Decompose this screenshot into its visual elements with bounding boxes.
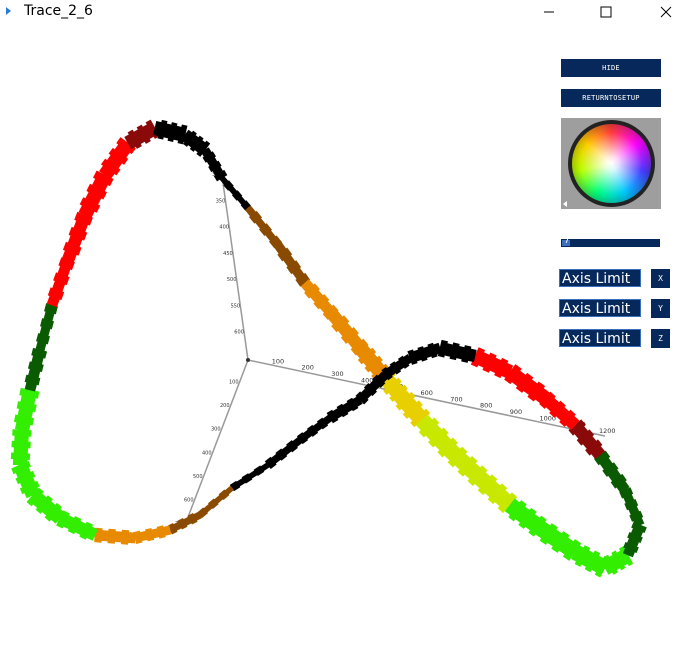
x-axis-tick-label: 700 xyxy=(450,395,462,403)
z-axis-tick-label: 100 xyxy=(229,380,239,386)
maximize-icon xyxy=(600,6,612,18)
y-axis-tick-label: 500 xyxy=(227,277,237,283)
title-bar: Trace_2_6 xyxy=(0,0,680,24)
axis-limit-z-field[interactable]: Axis Limit xyxy=(559,329,641,347)
x-axis-tick-label: 200 xyxy=(302,364,314,372)
z-axis-tick-label: 200 xyxy=(220,403,230,409)
y-axis-tick-label: 350 xyxy=(216,198,226,204)
close-icon xyxy=(660,6,672,18)
z-axis-tick-label: 500 xyxy=(193,474,203,480)
x-axis-tick-label: 800 xyxy=(480,402,492,410)
hide-button[interactable]: HIDE xyxy=(561,59,661,77)
y-axis-tick-label: 450 xyxy=(223,251,233,257)
color-picker[interactable] xyxy=(561,118,661,209)
ribbon-segment xyxy=(120,529,130,545)
y-axis-tick-label: 600 xyxy=(234,330,244,336)
window-title: Trace_2_6 xyxy=(24,3,93,19)
close-button[interactable] xyxy=(643,0,680,24)
z-axis-tick-label: 600 xyxy=(184,497,194,503)
value-slider[interactable]: 7 xyxy=(561,236,660,247)
x-axis-tick-label: 300 xyxy=(331,370,343,378)
axis-limit-x-field[interactable]: Axis Limit xyxy=(559,269,641,287)
axis-origin xyxy=(246,358,250,362)
x-axis-tick-label: 1200 xyxy=(599,427,616,435)
z-axis-tick-label: 400 xyxy=(202,450,212,456)
minimize-icon xyxy=(544,11,554,13)
ribbon-segment xyxy=(12,458,28,466)
return-to-setup-button[interactable]: RETURNTOSETUP xyxy=(561,89,661,107)
color-wheel-icon[interactable] xyxy=(568,120,655,207)
z-axis-tick-label: 300 xyxy=(211,427,221,433)
axes: 1002003004005006007008009001000110012006… xyxy=(175,172,616,527)
minimize-button[interactable] xyxy=(526,0,572,24)
y-axis-tick-label: 550 xyxy=(231,303,241,309)
x-axis-tick-label: 600 xyxy=(421,389,433,397)
y-axis-tick-label: 400 xyxy=(219,225,229,231)
x-axis-tick-label: 100 xyxy=(272,357,284,365)
ribbon-segment xyxy=(100,530,110,542)
trace-ribbon xyxy=(10,119,647,578)
ribbon-segment xyxy=(127,532,136,544)
ribbon-segment xyxy=(13,446,29,455)
color-picker-arrow-icon xyxy=(563,201,567,207)
app-icon xyxy=(6,7,11,15)
axis-z-button[interactable]: Z xyxy=(651,329,670,348)
maximize-button[interactable] xyxy=(583,0,629,24)
axis-limit-y-field[interactable]: Axis Limit xyxy=(559,299,641,317)
ribbon-segment xyxy=(114,531,123,543)
x-axis-tick-label: 900 xyxy=(510,408,522,416)
axis-x-button[interactable]: X xyxy=(651,269,670,288)
slider-value: 7 xyxy=(564,236,570,246)
axis-y-button[interactable]: Y xyxy=(651,299,670,318)
